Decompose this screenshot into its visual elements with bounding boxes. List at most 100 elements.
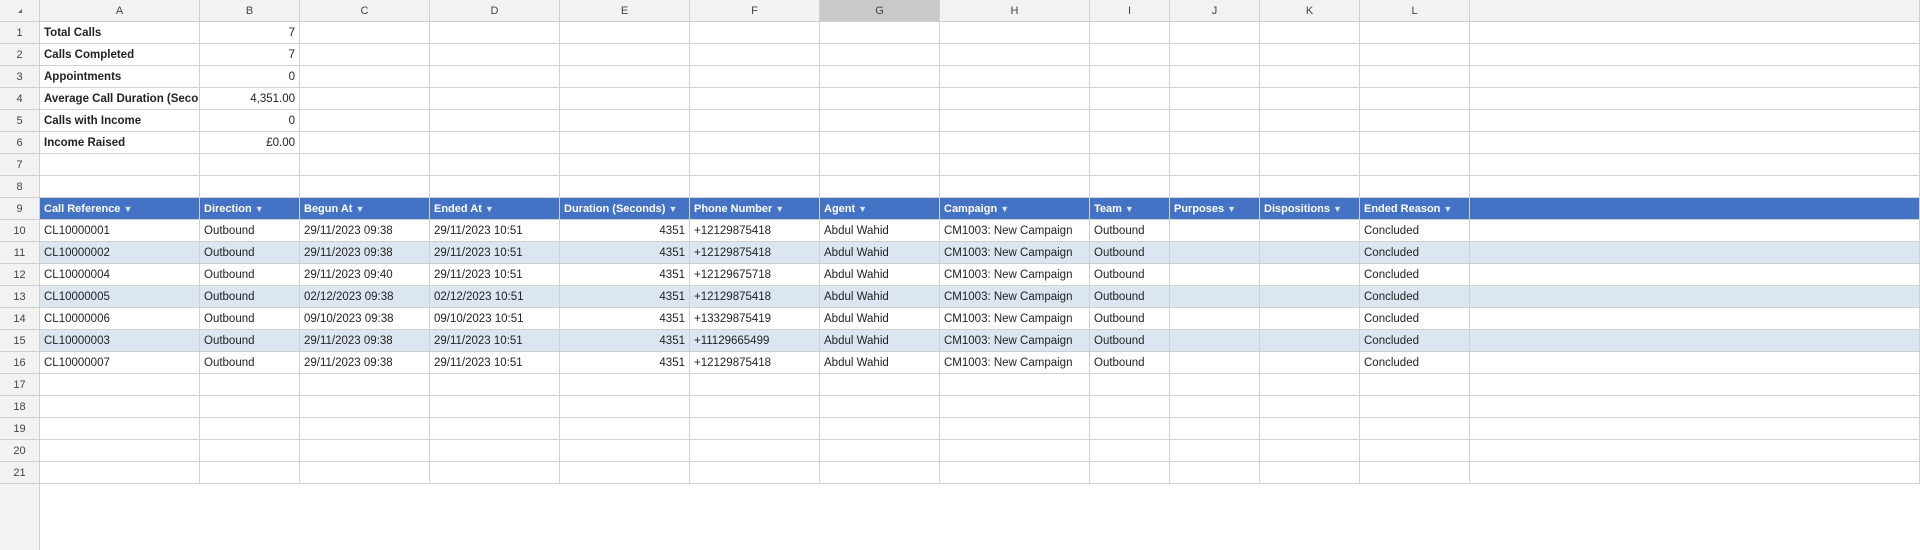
cell-c1[interactable] <box>300 22 430 43</box>
cell-campaign-11[interactable]: CM1003: New Campaign <box>940 242 1090 263</box>
cell-f4[interactable] <box>690 88 820 109</box>
cell-campaign-12[interactable]: CM1003: New Campaign <box>940 264 1090 285</box>
cell-j6[interactable] <box>1170 132 1260 153</box>
cell-a3[interactable]: Appointments <box>40 66 200 87</box>
cell-ended-reason-14[interactable]: Concluded <box>1360 308 1470 329</box>
cell-purposes-10[interactable] <box>1170 220 1260 241</box>
row-header-18[interactable]: 18 <box>0 396 39 418</box>
cell-i4[interactable] <box>1090 88 1170 109</box>
cell-d5[interactable] <box>430 110 560 131</box>
cell-ended-10[interactable]: 29/11/2023 10:51 <box>430 220 560 241</box>
cell-f6[interactable] <box>690 132 820 153</box>
filter-icon-begun[interactable]: ▼ <box>355 204 364 214</box>
cell-c6[interactable] <box>300 132 430 153</box>
cell-a6[interactable]: Income Raised <box>40 132 200 153</box>
cell-g1[interactable] <box>820 22 940 43</box>
cell-duration-11[interactable]: 4351 <box>560 242 690 263</box>
cell-duration-12[interactable]: 4351 <box>560 264 690 285</box>
col-header-a[interactable]: A <box>40 0 200 21</box>
cell-b2[interactable]: 7 <box>200 44 300 65</box>
cell-f5[interactable] <box>690 110 820 131</box>
cell-l1[interactable] <box>1360 22 1470 43</box>
cell-phone-10[interactable]: +12129875418 <box>690 220 820 241</box>
filter-icon-direction[interactable]: ▼ <box>255 204 264 214</box>
cell-i3[interactable] <box>1090 66 1170 87</box>
cell-l6[interactable] <box>1360 132 1470 153</box>
cell-l5[interactable] <box>1360 110 1470 131</box>
row-header-13[interactable]: 13 <box>0 286 39 308</box>
row-header-4[interactable]: 4 <box>0 88 39 110</box>
cell-k1[interactable] <box>1260 22 1360 43</box>
cell-g6[interactable] <box>820 132 940 153</box>
filter-icon-ended[interactable]: ▼ <box>485 204 494 214</box>
cell-b7[interactable] <box>200 154 300 175</box>
cell-ended-reason-15[interactable]: Concluded <box>1360 330 1470 351</box>
cell-phone-11[interactable]: +12129875418 <box>690 242 820 263</box>
filter-icon-agent[interactable]: ▼ <box>858 204 867 214</box>
cell-f7[interactable] <box>690 154 820 175</box>
cell-direction-12[interactable]: Outbound <box>200 264 300 285</box>
cell-a5[interactable]: Calls with Income <box>40 110 200 131</box>
cell-e6[interactable] <box>560 132 690 153</box>
row-header-6[interactable]: 6 <box>0 132 39 154</box>
cell-l7[interactable] <box>1360 154 1470 175</box>
filter-icon-phone[interactable]: ▼ <box>775 204 784 214</box>
cell-duration-13[interactable]: 4351 <box>560 286 690 307</box>
cell-b3[interactable]: 0 <box>200 66 300 87</box>
cell-g7[interactable] <box>820 154 940 175</box>
header-ended-reason[interactable]: Ended Reason ▼ <box>1360 198 1470 219</box>
filter-icon-dispositions[interactable]: ▼ <box>1333 204 1342 214</box>
cell-j7[interactable] <box>1170 154 1260 175</box>
col-header-b[interactable]: B <box>200 0 300 21</box>
row-header-3[interactable]: 3 <box>0 66 39 88</box>
row-header-5[interactable]: 5 <box>0 110 39 132</box>
cell-f3[interactable] <box>690 66 820 87</box>
cell-e7[interactable] <box>560 154 690 175</box>
row-header-2[interactable]: 2 <box>0 44 39 66</box>
cell-k2[interactable] <box>1260 44 1360 65</box>
cell-dispositions-14[interactable] <box>1260 308 1360 329</box>
cell-dispositions-16[interactable] <box>1260 352 1360 373</box>
row-header-7[interactable]: 7 <box>0 154 39 176</box>
cell-c5[interactable] <box>300 110 430 131</box>
cell-d3[interactable] <box>430 66 560 87</box>
cell-h4[interactable] <box>940 88 1090 109</box>
cell-ended-11[interactable]: 29/11/2023 10:51 <box>430 242 560 263</box>
row-header-9[interactable]: 9 <box>0 198 39 220</box>
cell-begun-11[interactable]: 29/11/2023 09:38 <box>300 242 430 263</box>
cell-purposes-15[interactable] <box>1170 330 1260 351</box>
cell-a2[interactable]: Calls Completed <box>40 44 200 65</box>
cell-team-14[interactable]: Outbound <box>1090 308 1170 329</box>
cell-a4[interactable]: Average Call Duration (Seconds) <box>40 88 200 109</box>
cell-d2[interactable] <box>430 44 560 65</box>
cell-phone-14[interactable]: +13329875419 <box>690 308 820 329</box>
header-agent[interactable]: Agent ▼ <box>820 198 940 219</box>
filter-icon-team[interactable]: ▼ <box>1125 204 1134 214</box>
cell-phone-15[interactable]: +11129665499 <box>690 330 820 351</box>
cell-phone-13[interactable]: +12129875418 <box>690 286 820 307</box>
cell-call-ref-15[interactable]: CL10000003 <box>40 330 200 351</box>
cell-direction-14[interactable]: Outbound <box>200 308 300 329</box>
cell-k7[interactable] <box>1260 154 1360 175</box>
col-header-c[interactable]: C <box>300 0 430 21</box>
row-header-8[interactable]: 8 <box>0 176 39 198</box>
cell-purposes-16[interactable] <box>1170 352 1260 373</box>
cell-j5[interactable] <box>1170 110 1260 131</box>
col-header-h[interactable]: H <box>940 0 1090 21</box>
cell-phone-12[interactable]: +12129675718 <box>690 264 820 285</box>
cell-f2[interactable] <box>690 44 820 65</box>
header-direction[interactable]: Direction ▼ <box>200 198 300 219</box>
cell-g4[interactable] <box>820 88 940 109</box>
cell-team-12[interactable]: Outbound <box>1090 264 1170 285</box>
cell-dispositions-13[interactable] <box>1260 286 1360 307</box>
col-header-k[interactable]: K <box>1260 0 1360 21</box>
row-header-11[interactable]: 11 <box>0 242 39 264</box>
col-header-g[interactable]: G <box>820 0 940 21</box>
filter-icon-call-ref[interactable]: ▼ <box>123 204 132 214</box>
cell-agent-14[interactable]: Abdul Wahid <box>820 308 940 329</box>
cell-e3[interactable] <box>560 66 690 87</box>
cell-j8[interactable] <box>1170 176 1260 197</box>
header-begun-at[interactable]: Begun At ▼ <box>300 198 430 219</box>
cell-purposes-14[interactable] <box>1170 308 1260 329</box>
cell-j3[interactable] <box>1170 66 1260 87</box>
